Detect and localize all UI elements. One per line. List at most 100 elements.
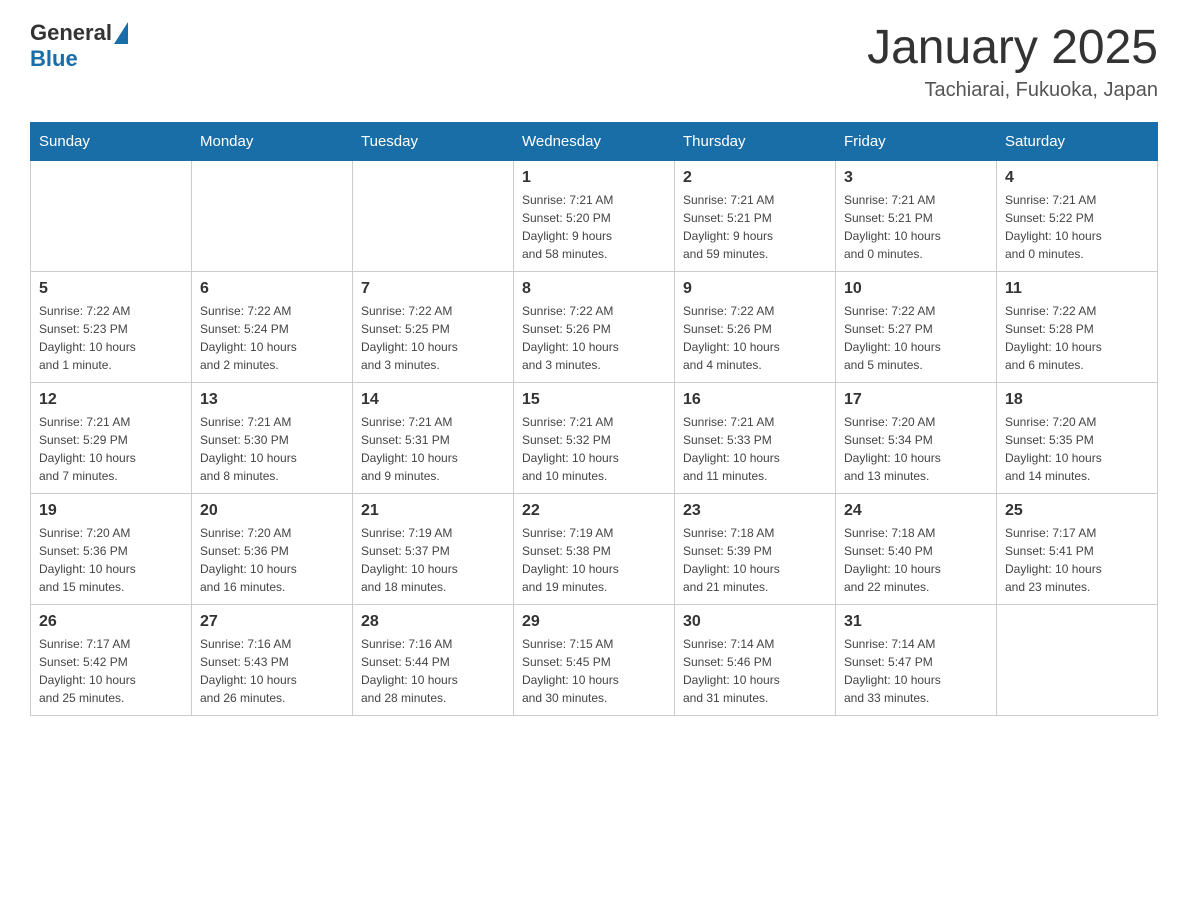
- day-number: 2: [683, 169, 827, 187]
- calendar-day-31: 31 Sunrise: 7:14 AMSunset: 5:47 PMDayligh…: [836, 605, 997, 716]
- calendar-week-row: 12 Sunrise: 7:21 AMSunset: 5:29 PMDayligh…: [31, 383, 1158, 494]
- month-title: January 2025: [867, 20, 1158, 75]
- calendar-week-row: 26 Sunrise: 7:17 AMSunset: 5:42 PMDayligh…: [31, 605, 1158, 716]
- day-info: Sunrise: 7:21 AMSunset: 5:21 PMDaylight:…: [683, 191, 827, 263]
- day-info: Sunrise: 7:14 AMSunset: 5:46 PMDaylight:…: [683, 635, 827, 707]
- day-number: 3: [844, 169, 988, 187]
- calendar-empty-cell: [31, 161, 192, 272]
- day-info: Sunrise: 7:22 AMSunset: 5:27 PMDaylight:…: [844, 302, 988, 374]
- calendar-day-6: 6 Sunrise: 7:22 AMSunset: 5:24 PMDaylight…: [192, 272, 353, 383]
- day-info: Sunrise: 7:21 AMSunset: 5:29 PMDaylight:…: [39, 413, 183, 485]
- calendar-day-4: 4Sunrise: 7:21 AMSunset: 5:22 PMDaylight…: [997, 161, 1158, 272]
- day-info: Sunrise: 7:18 AMSunset: 5:40 PMDaylight:…: [844, 524, 988, 596]
- calendar-day-30: 30 Sunrise: 7:14 AMSunset: 5:46 PMDayligh…: [675, 605, 836, 716]
- calendar-day-12: 12 Sunrise: 7:21 AMSunset: 5:29 PMDayligh…: [31, 383, 192, 494]
- calendar-day-14: 14 Sunrise: 7:21 AMSunset: 5:31 PMDayligh…: [353, 383, 514, 494]
- calendar-day-17: 17 Sunrise: 7:20 AMSunset: 5:34 PMDayligh…: [836, 383, 997, 494]
- day-info: Sunrise: 7:22 AMSunset: 5:23 PMDaylight:…: [39, 302, 183, 374]
- day-info: Sunrise: 7:21 AMSunset: 5:31 PMDaylight:…: [361, 413, 505, 485]
- day-number: 17: [844, 391, 988, 409]
- calendar-day-15: 15Sunrise: 7:21 AMSunset: 5:32 PMDayligh…: [514, 383, 675, 494]
- weekday-header-sunday: Sunday: [31, 123, 192, 161]
- calendar-empty-cell: [353, 161, 514, 272]
- weekday-header-wednesday: Wednesday: [514, 123, 675, 161]
- calendar-day-8: 8Sunrise: 7:22 AMSunset: 5:26 PMDaylight…: [514, 272, 675, 383]
- day-info: Sunrise: 7:19 AMSunset: 5:38 PMDaylight:…: [522, 524, 666, 596]
- page-header: General Blue January 2025 Tachiarai, Fuk…: [30, 20, 1158, 102]
- calendar-day-21: 21 Sunrise: 7:19 AMSunset: 5:37 PMDayligh…: [353, 494, 514, 605]
- day-number: 28: [361, 613, 505, 631]
- day-info: Sunrise: 7:20 AMSunset: 5:36 PMDaylight:…: [200, 524, 344, 596]
- logo-general-text: General: [30, 20, 112, 46]
- day-number: 30: [683, 613, 827, 631]
- calendar-day-16: 16Sunrise: 7:21 AMSunset: 5:33 PMDayligh…: [675, 383, 836, 494]
- day-info: Sunrise: 7:22 AMSunset: 5:24 PMDaylight:…: [200, 302, 344, 374]
- calendar-day-7: 7Sunrise: 7:22 AMSunset: 5:25 PMDaylight…: [353, 272, 514, 383]
- day-number: 22: [522, 502, 666, 520]
- logo-triangle-icon: [114, 22, 128, 44]
- day-number: 6: [200, 280, 344, 298]
- day-number: 21: [361, 502, 505, 520]
- day-number: 5: [39, 280, 183, 298]
- day-number: 8: [522, 280, 666, 298]
- calendar-day-29: 29 Sunrise: 7:15 AMSunset: 5:45 PMDayligh…: [514, 605, 675, 716]
- calendar-day-23: 23 Sunrise: 7:18 AMSunset: 5:39 PMDayligh…: [675, 494, 836, 605]
- day-number: 26: [39, 613, 183, 631]
- logo: General Blue: [30, 20, 128, 72]
- calendar-day-18: 18Sunrise: 7:20 AMSunset: 5:35 PMDayligh…: [997, 383, 1158, 494]
- day-number: 23: [683, 502, 827, 520]
- calendar-day-28: 28 Sunrise: 7:16 AMSunset: 5:44 PMDayligh…: [353, 605, 514, 716]
- day-info: Sunrise: 7:18 AMSunset: 5:39 PMDaylight:…: [683, 524, 827, 596]
- day-number: 19: [39, 502, 183, 520]
- weekday-header-thursday: Thursday: [675, 123, 836, 161]
- calendar-table: SundayMondayTuesdayWednesdayThursdayFrid…: [30, 122, 1158, 716]
- calendar-day-24: 24 Sunrise: 7:18 AMSunset: 5:40 PMDayligh…: [836, 494, 997, 605]
- calendar-day-10: 10Sunrise: 7:22 AMSunset: 5:27 PMDayligh…: [836, 272, 997, 383]
- calendar-day-9: 9 Sunrise: 7:22 AMSunset: 5:26 PMDaylight…: [675, 272, 836, 383]
- day-info: Sunrise: 7:21 AMSunset: 5:33 PMDaylight:…: [683, 413, 827, 485]
- day-info: Sunrise: 7:22 AMSunset: 5:28 PMDaylight:…: [1005, 302, 1149, 374]
- day-info: Sunrise: 7:17 AMSunset: 5:41 PMDaylight:…: [1005, 524, 1149, 596]
- calendar-day-22: 22 Sunrise: 7:19 AMSunset: 5:38 PMDayligh…: [514, 494, 675, 605]
- day-number: 14: [361, 391, 505, 409]
- day-number: 15: [522, 391, 666, 409]
- day-info: Sunrise: 7:20 AMSunset: 5:35 PMDaylight:…: [1005, 413, 1149, 485]
- calendar-header-row: SundayMondayTuesdayWednesdayThursdayFrid…: [31, 123, 1158, 161]
- day-number: 9: [683, 280, 827, 298]
- day-info: Sunrise: 7:22 AMSunset: 5:26 PMDaylight:…: [683, 302, 827, 374]
- day-info: Sunrise: 7:22 AMSunset: 5:25 PMDaylight:…: [361, 302, 505, 374]
- day-info: Sunrise: 7:17 AMSunset: 5:42 PMDaylight:…: [39, 635, 183, 707]
- calendar-day-13: 13Sunrise: 7:21 AMSunset: 5:30 PMDayligh…: [192, 383, 353, 494]
- day-info: Sunrise: 7:19 AMSunset: 5:37 PMDaylight:…: [361, 524, 505, 596]
- calendar-day-11: 11 Sunrise: 7:22 AMSunset: 5:28 PMDayligh…: [997, 272, 1158, 383]
- title-section: January 2025 Tachiarai, Fukuoka, Japan: [867, 20, 1158, 102]
- day-number: 11: [1005, 280, 1149, 298]
- calendar-empty-cell: [192, 161, 353, 272]
- calendar-day-19: 19 Sunrise: 7:20 AMSunset: 5:36 PMDayligh…: [31, 494, 192, 605]
- calendar-day-2: 2 Sunrise: 7:21 AMSunset: 5:21 PMDaylight…: [675, 161, 836, 272]
- day-number: 24: [844, 502, 988, 520]
- location-subtitle: Tachiarai, Fukuoka, Japan: [867, 79, 1158, 102]
- day-number: 25: [1005, 502, 1149, 520]
- weekday-header-tuesday: Tuesday: [353, 123, 514, 161]
- day-info: Sunrise: 7:20 AMSunset: 5:36 PMDaylight:…: [39, 524, 183, 596]
- day-info: Sunrise: 7:14 AMSunset: 5:47 PMDaylight:…: [844, 635, 988, 707]
- calendar-day-25: 25 Sunrise: 7:17 AMSunset: 5:41 PMDayligh…: [997, 494, 1158, 605]
- weekday-header-monday: Monday: [192, 123, 353, 161]
- day-info: Sunrise: 7:20 AMSunset: 5:34 PMDaylight:…: [844, 413, 988, 485]
- day-number: 29: [522, 613, 666, 631]
- day-number: 31: [844, 613, 988, 631]
- day-info: Sunrise: 7:15 AMSunset: 5:45 PMDaylight:…: [522, 635, 666, 707]
- day-number: 1: [522, 169, 666, 187]
- calendar-week-row: 1Sunrise: 7:21 AMSunset: 5:20 PMDaylight…: [31, 161, 1158, 272]
- day-info: Sunrise: 7:21 AMSunset: 5:21 PMDaylight:…: [844, 191, 988, 263]
- day-info: Sunrise: 7:21 AMSunset: 5:30 PMDaylight:…: [200, 413, 344, 485]
- day-number: 27: [200, 613, 344, 631]
- day-number: 12: [39, 391, 183, 409]
- weekday-header-saturday: Saturday: [997, 123, 1158, 161]
- calendar-day-5: 5 Sunrise: 7:22 AMSunset: 5:23 PMDaylight…: [31, 272, 192, 383]
- calendar-week-row: 19 Sunrise: 7:20 AMSunset: 5:36 PMDayligh…: [31, 494, 1158, 605]
- calendar-day-3: 3 Sunrise: 7:21 AMSunset: 5:21 PMDaylight…: [836, 161, 997, 272]
- day-info: Sunrise: 7:16 AMSunset: 5:44 PMDaylight:…: [361, 635, 505, 707]
- day-number: 20: [200, 502, 344, 520]
